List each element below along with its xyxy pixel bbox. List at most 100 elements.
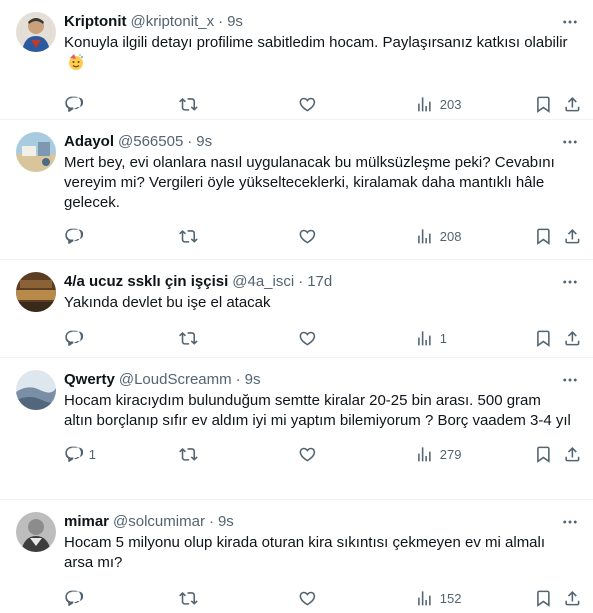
author-name[interactable]: 4/a ucuz ssklı çin işçisi [64,272,228,292]
reply-button[interactable]: 1 [64,445,96,464]
tweet-text: Hocam 5 milyonu olup kirada oturan kira … [64,534,546,571]
tweet-actions: 1 [64,328,580,348]
author-handle[interactable]: @kriptonit_x [130,12,214,32]
tweet[interactable]: 4/a ucuz ssklı çin işçisi @4a_isci · 17d… [0,260,593,358]
author-name[interactable]: Kriptonit [64,12,126,32]
retweet-button[interactable] [179,445,198,464]
retweet-button[interactable] [179,589,198,608]
views-button[interactable]: 279 [415,445,461,464]
views-icon [418,590,431,606]
more-options-button[interactable] [559,272,581,292]
tweet[interactable]: Adayol @566505 · 9s Mert bey, evi olanla… [0,120,593,260]
bookmark-button[interactable] [534,95,553,114]
share-icon [565,590,580,606]
like-button[interactable] [298,445,317,464]
share-button[interactable] [563,589,582,608]
tweet-text: Yakında devlet bu işe el atacak [64,294,271,311]
bookmark-icon [537,228,550,245]
like-button[interactable] [298,227,317,246]
bookmark-icon [537,446,550,463]
share-icon [565,446,580,462]
like-icon [299,331,316,346]
tweet[interactable]: Qwerty @LoudScreamm · 9s Hocam kiracıydı… [0,358,593,500]
reply-button[interactable] [64,589,89,608]
more-icon [563,140,577,144]
avatar[interactable] [16,132,56,172]
view-count: 152 [439,590,462,606]
tweet-text-content: Konuyla ilgili detayı profilime sabitled… [64,34,568,51]
like-button[interactable] [298,589,317,608]
share-button[interactable] [563,95,582,114]
tweet-text: Mert bey, evi olanlara nasıl uygulanacak… [64,154,555,211]
bookmark-button[interactable] [534,589,553,608]
separator-dot: · [208,513,214,530]
author-handle[interactable]: @4a_isci [232,272,294,292]
timestamp[interactable]: 9s [196,132,212,152]
reply-button[interactable] [64,95,89,114]
like-icon [299,229,316,244]
separator-dot: · [218,13,224,30]
views-button[interactable]: 152 [415,589,461,608]
bookmark-button[interactable] [534,227,553,246]
author-handle[interactable]: @566505 [118,132,183,152]
more-options-button[interactable] [559,370,581,390]
share-button[interactable] [563,329,582,348]
bookmark-button[interactable] [534,445,553,464]
separator-dot: · [235,371,241,388]
avatar[interactable] [16,12,56,52]
reply-icon [65,446,83,462]
views-icon [418,330,431,346]
author-name[interactable]: Adayol [64,132,114,152]
like-button[interactable] [298,329,317,348]
view-count: 1 [439,330,447,346]
bookmark-icon [537,590,550,607]
more-options-button[interactable] [559,12,581,32]
like-icon [299,591,316,606]
more-icon [563,520,577,524]
retweet-button[interactable] [179,95,198,114]
share-icon [565,330,580,346]
tweet[interactable]: mimar @solcumimar · 9s Hocam 5 milyonu o… [0,500,593,613]
share-icon [565,96,580,112]
view-count: 279 [439,446,462,462]
avatar[interactable] [16,272,56,312]
tweet[interactable]: Kriptonit @kriptonit_x · 9s Konuyla ilgi… [0,0,593,120]
timestamp[interactable]: 9s [245,370,261,390]
views-button[interactable]: 208 [415,227,461,246]
author-handle[interactable]: @LoudScreamm [119,370,232,390]
reply-icon [65,330,83,346]
more-icon [563,378,577,382]
timestamp[interactable]: 9s [227,12,243,32]
reply-button[interactable] [64,329,89,348]
reply-icon [65,96,83,112]
retweet-icon [179,591,198,605]
more-icon [563,20,577,24]
author-name[interactable]: mimar [64,512,109,532]
more-options-button[interactable] [559,512,581,532]
tweet-text: Konuyla ilgili detayı profilime sabitled… [64,33,577,74]
author-name[interactable]: Qwerty [64,370,115,390]
party-face-emoji-icon [67,53,85,71]
separator-dot: · [187,133,193,150]
avatar[interactable] [16,512,56,552]
retweet-button[interactable] [179,329,198,348]
views-button[interactable]: 203 [415,95,461,114]
share-button[interactable] [563,227,582,246]
avatar[interactable] [16,370,56,410]
share-button[interactable] [563,445,582,464]
views-button[interactable]: 1 [415,329,447,348]
retweet-icon [179,229,198,243]
author-handle[interactable]: @solcumimar [113,512,205,532]
like-button[interactable] [298,95,317,114]
tweet-actions: 1 279 [64,444,580,464]
retweet-button[interactable] [179,227,198,246]
more-options-button[interactable] [559,132,581,152]
timeline-feed: Kriptonit @kriptonit_x · 9s Konuyla ilgi… [0,0,593,613]
reply-button[interactable] [64,227,89,246]
timestamp[interactable]: 9s [218,512,234,532]
timestamp[interactable]: 17d [307,272,332,292]
tweet-text: Hocam kiracıydım bulunduğum semtte kiral… [64,392,571,429]
retweet-icon [179,97,198,111]
bookmark-button[interactable] [534,329,553,348]
tweet-actions: 203 [64,94,580,114]
